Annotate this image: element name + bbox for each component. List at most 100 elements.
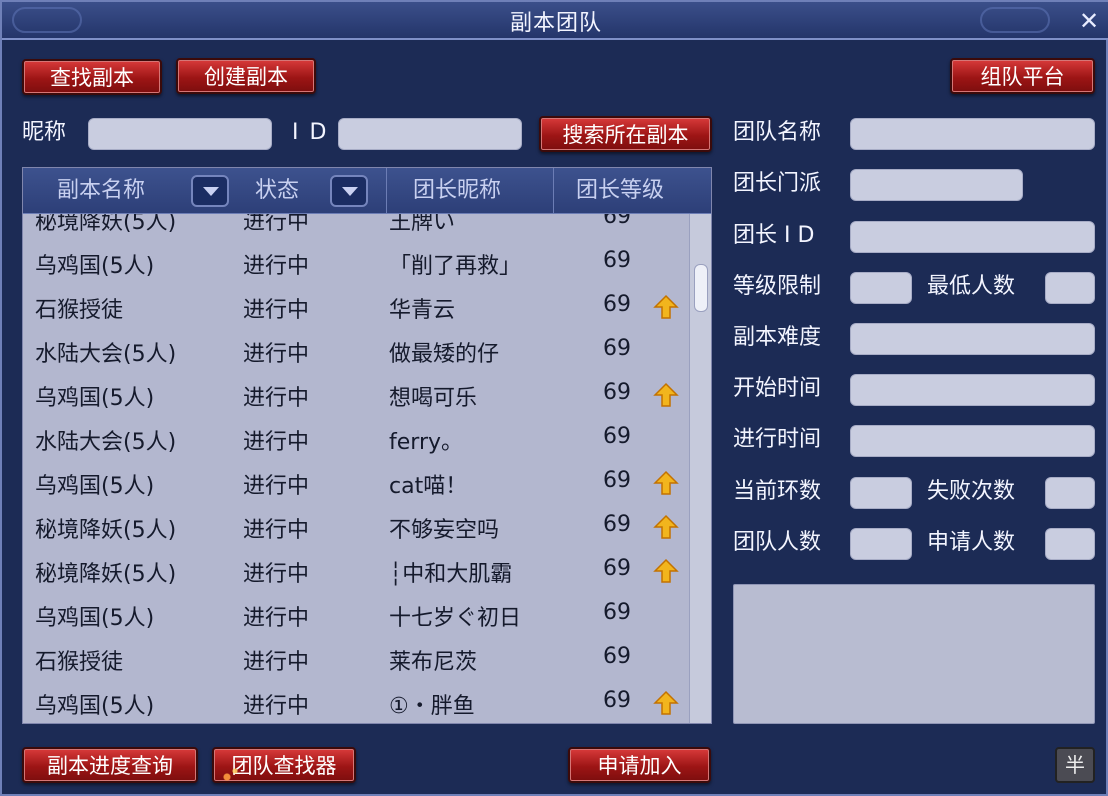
up-arrow-icon [653, 690, 679, 715]
leader-level: 69 [603, 512, 631, 537]
close-icon[interactable]: ✕ [1074, 6, 1104, 36]
instance-status: 进行中 [243, 214, 310, 235]
description-box [733, 584, 1095, 724]
leader-nickname: 做最矮的仔 [389, 342, 500, 367]
nickname-input[interactable] [88, 118, 272, 150]
instance-name: 水陆大会(5人) [35, 342, 177, 367]
start-time-field [850, 374, 1095, 406]
name-filter-dropdown[interactable] [191, 175, 229, 207]
instance-name: 乌鸡国(5人) [35, 254, 155, 279]
instance-name: 秘境降妖(5人) [35, 562, 177, 587]
duration-field [850, 425, 1095, 457]
instance-table: 副本名称 状态 团长昵称 团长等级 秘境降妖(5人) 进行中 王牌い 69 乌鸡国(5… [22, 167, 712, 724]
leader-level: 69 [603, 336, 631, 361]
team-name-label: 团队名称 [733, 120, 822, 145]
difficulty-label: 副本难度 [733, 325, 822, 350]
team-name-field [850, 118, 1095, 150]
up-arrow-icon [653, 558, 679, 583]
team-platform-button[interactable]: 组队平台 [950, 58, 1095, 94]
table-row[interactable]: 乌鸡国(5人) 进行中 ①・胖鱼 69 [23, 682, 689, 723]
difficulty-field [850, 323, 1095, 355]
leader-level: 69 [603, 688, 631, 713]
instance-status: 进行中 [243, 562, 310, 587]
nickname-label: 昵称 [22, 120, 67, 145]
half-toggle-button[interactable]: 半 [1055, 747, 1095, 783]
current-round-label: 当前环数 [733, 479, 822, 504]
table-row[interactable]: 石猴授徒 进行中 华青云 69 [23, 286, 689, 330]
leader-nickname: cat喵！ [389, 474, 468, 499]
leader-sect-field [850, 169, 1023, 201]
instance-name: 石猴授徒 [35, 298, 124, 323]
up-arrow-icon [653, 294, 679, 319]
header-divider [553, 168, 554, 214]
table-header: 副本名称 状态 团长昵称 团长等级 [23, 168, 711, 214]
table-row[interactable]: 乌鸡国(5人) 进行中 cat喵！ 69 [23, 462, 689, 506]
id-input[interactable] [338, 118, 522, 150]
fail-count-field [1045, 477, 1095, 509]
leader-level: 69 [603, 468, 631, 493]
table-row[interactable]: 乌鸡国(5人) 进行中 十七岁ぐ初日 69 [23, 594, 689, 638]
table-body: 秘境降妖(5人) 进行中 王牌い 69 乌鸡国(5人) 进行中 「削了再救」 69 石猴授徒… [23, 214, 689, 723]
instance-name: 乌鸡国(5人) [35, 474, 155, 499]
progress-query-button[interactable]: 副本进度查询 [22, 747, 198, 783]
instance-name: 秘境降妖(5人) [35, 518, 177, 543]
leader-nickname: 「削了再救」 [389, 254, 522, 279]
table-row[interactable]: 乌鸡国(5人) 进行中 「削了再救」 69 [23, 242, 689, 286]
table-row[interactable]: 秘境降妖(5人) 进行中 王牌い 69 [23, 214, 689, 242]
leader-level: 69 [603, 380, 631, 405]
instance-status: 进行中 [243, 430, 310, 455]
up-arrow-icon [653, 514, 679, 539]
instance-status: 进行中 [243, 298, 310, 323]
instance-name: 乌鸡国(5人) [35, 386, 155, 411]
leader-nickname: 不够妄空吗 [389, 518, 500, 543]
up-arrow-icon [653, 382, 679, 407]
up-arrow-icon [653, 470, 679, 495]
level-limit-field [850, 272, 912, 304]
apply-join-button[interactable]: 申请加入 [568, 747, 711, 783]
search-instance-button[interactable]: 搜索所在副本 [539, 116, 712, 152]
leader-nickname: 莱布尼茨 [389, 650, 478, 675]
header-leader: 团长昵称 [413, 178, 502, 203]
table-row[interactable]: 石猴授徒 进行中 莱布尼茨 69 [23, 638, 689, 682]
instance-status: 进行中 [243, 606, 310, 631]
instance-name: 乌鸡国(5人) [35, 606, 155, 631]
leader-nickname: ┆中和大肌霸 [389, 562, 513, 587]
table-row[interactable]: 乌鸡国(5人) 进行中 想喝可乐 69 [23, 374, 689, 418]
leader-sect-label: 团长门派 [733, 171, 822, 196]
leader-nickname: 十七岁ぐ初日 [389, 606, 522, 631]
instance-name: 乌鸡国(5人) [35, 694, 155, 719]
leader-id-field [850, 221, 1095, 253]
scrollbar-thumb[interactable] [694, 264, 708, 312]
team-window: 副本团队 ✕ 查找副本 创建副本 组队平台 昵称 I D 搜索所在副本 副本名称… [0, 0, 1108, 796]
id-label: I D [292, 120, 329, 145]
min-people-field [1045, 272, 1095, 304]
table-row[interactable]: 水陆大会(5人) 进行中 ferry。 69 [23, 418, 689, 462]
leader-id-label: 团长 I D [733, 223, 815, 248]
status-filter-dropdown[interactable] [330, 175, 368, 207]
current-round-field [850, 477, 912, 509]
table-scrollbar[interactable] [689, 214, 711, 723]
leader-nickname: ①・胖鱼 [389, 694, 475, 719]
leader-nickname: 想喝可乐 [389, 386, 478, 411]
leader-level: 69 [603, 214, 631, 229]
table-row[interactable]: 水陆大会(5人) 进行中 做最矮的仔 69 [23, 330, 689, 374]
instance-status: 进行中 [243, 518, 310, 543]
header-status: 状态 [255, 178, 300, 203]
team-count-label: 团队人数 [733, 530, 822, 555]
apply-count-label: 申请人数 [927, 530, 1016, 555]
leader-level: 69 [603, 292, 631, 317]
level-limit-label: 等级限制 [733, 274, 822, 299]
sparkle-effect [207, 762, 247, 792]
apply-count-field [1045, 528, 1095, 560]
find-instance-button[interactable]: 查找副本 [22, 59, 162, 95]
leader-nickname: 王牌い [389, 214, 456, 235]
table-row[interactable]: 秘境降妖(5人) 进行中 不够妄空吗 69 [23, 506, 689, 550]
title-bar: 副本团队 ✕ [2, 2, 1108, 40]
instance-name: 秘境降妖(5人) [35, 214, 177, 235]
fail-count-label: 失败次数 [927, 479, 1016, 504]
header-name: 副本名称 [57, 178, 146, 203]
instance-name: 石猴授徒 [35, 650, 124, 675]
create-instance-button[interactable]: 创建副本 [176, 58, 316, 94]
header-level: 团长等级 [576, 178, 665, 203]
table-row[interactable]: 秘境降妖(5人) 进行中 ┆中和大肌霸 69 [23, 550, 689, 594]
